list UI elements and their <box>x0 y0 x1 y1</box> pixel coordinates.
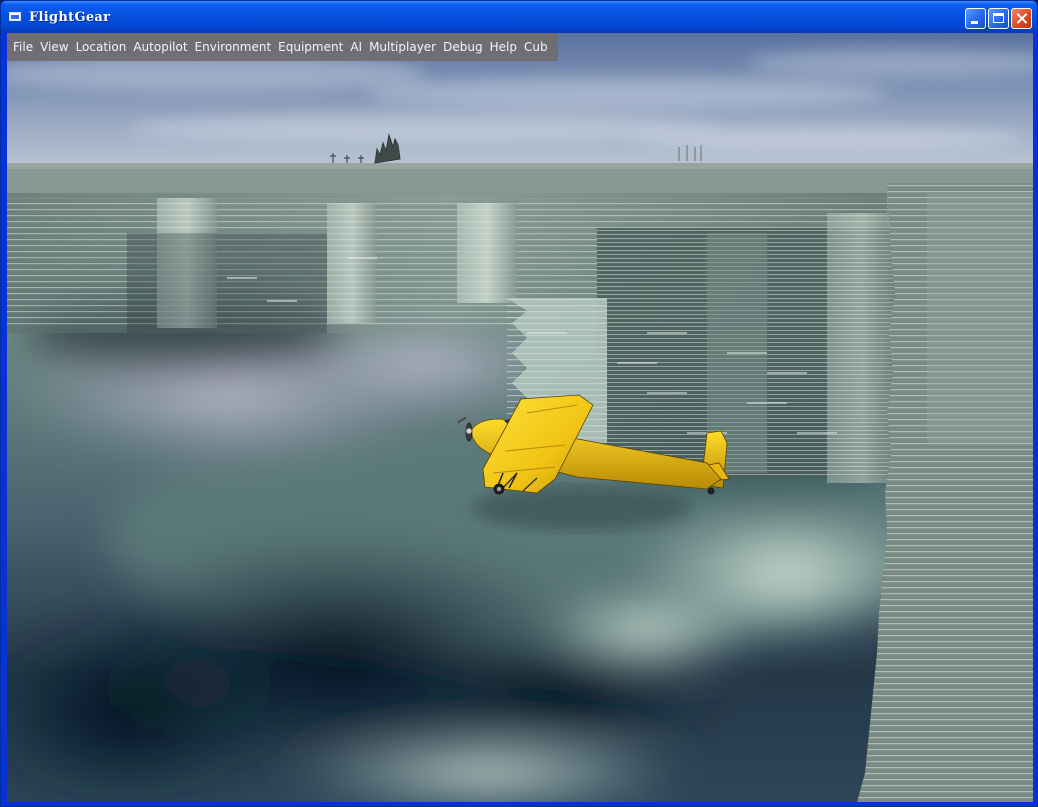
simulator-viewport[interactable]: File View Location Autopilot Environment… <box>7 33 1033 802</box>
menu-ai[interactable]: AI <box>347 33 366 61</box>
title-bar[interactable]: FlightGear <box>1 1 1037 33</box>
menu-multiplayer[interactable]: Multiplayer <box>366 33 440 61</box>
menu-debug[interactable]: Debug <box>440 33 486 61</box>
close-button[interactable] <box>1011 8 1032 29</box>
menu-cub[interactable]: Cub <box>521 33 552 61</box>
menu-autopilot[interactable]: Autopilot <box>130 33 191 61</box>
3d-scene[interactable] <box>7 33 1033 802</box>
menu-location[interactable]: Location <box>73 33 131 61</box>
menu-equipment[interactable]: Equipment <box>275 33 347 61</box>
maximize-button[interactable] <box>988 8 1009 29</box>
menu-view[interactable]: View <box>37 33 72 61</box>
menu-file[interactable]: File <box>10 33 37 61</box>
window-title: FlightGear <box>29 10 111 25</box>
menu-environment[interactable]: Environment <box>192 33 276 61</box>
app-window-icon[interactable] <box>9 12 21 21</box>
flightgear-window: FlightGear File View Location Autopilot … <box>0 0 1038 807</box>
menu-bar: File View Location Autopilot Environment… <box>7 33 558 61</box>
menu-help[interactable]: Help <box>487 33 521 61</box>
minimize-button[interactable] <box>965 8 986 29</box>
